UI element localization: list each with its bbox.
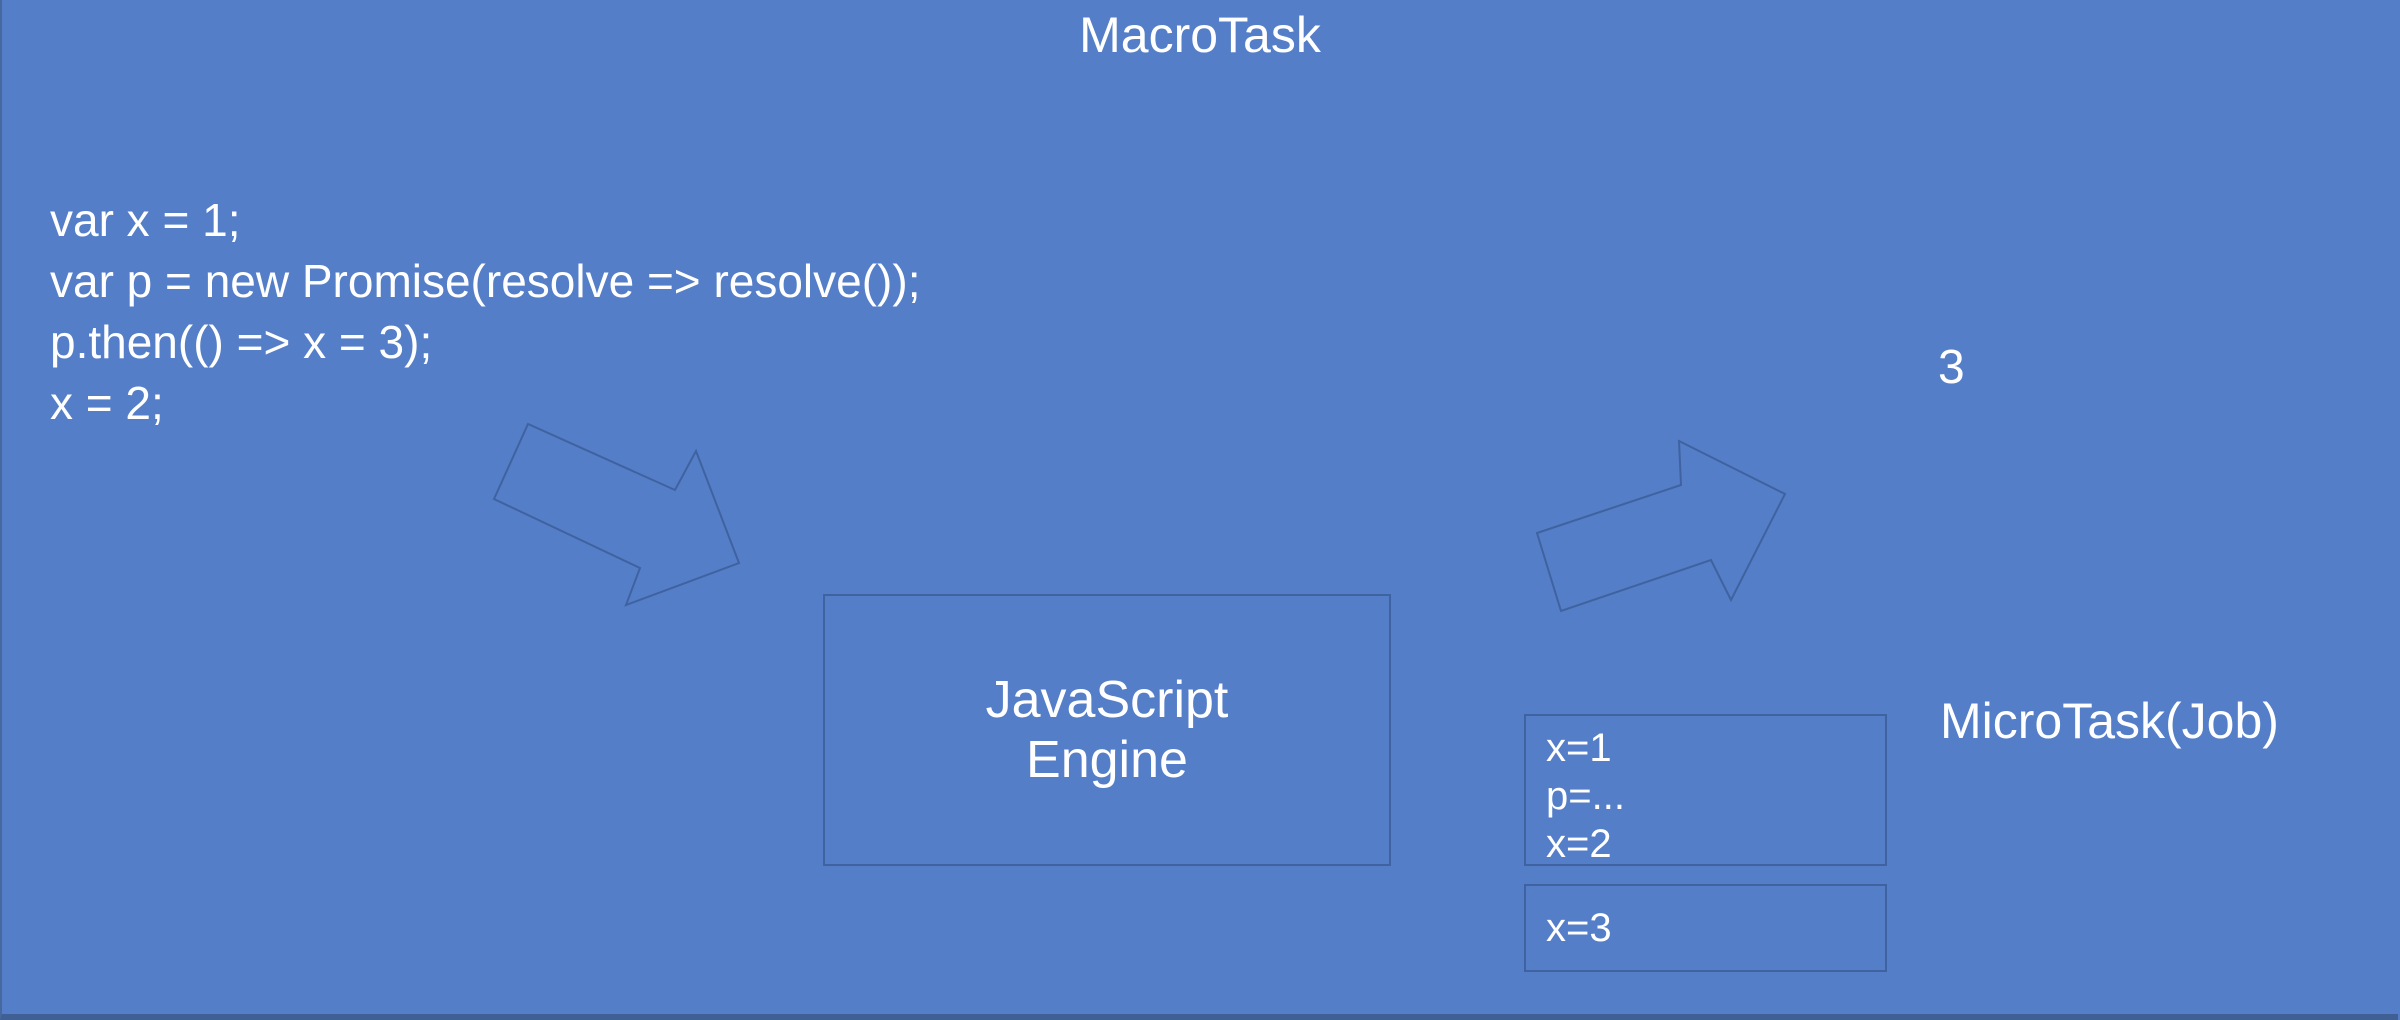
microtask-queue-box: x=1 p=... x=2 [1524,714,1887,866]
result-value: 3 [1938,341,1965,394]
queue-item: x=1 [1546,726,1612,770]
queue-item: p=... [1546,774,1625,818]
microtask-label: MicroTask(Job) [1940,693,2279,749]
arrows [492,422,1787,613]
arrow-right-down-icon [492,422,741,607]
microtask-queue-box: x=3 [1524,884,1887,972]
queue-item: x=3 [1546,906,1612,950]
arrow-right-up-icon [1535,439,1787,613]
queue-item: x=2 [1546,822,1612,866]
engine-label-line2: Engine [1026,731,1188,789]
engine-label-line1: JavaScript [985,671,1229,729]
javascript-engine-box: JavaScript Engine [823,594,1391,866]
